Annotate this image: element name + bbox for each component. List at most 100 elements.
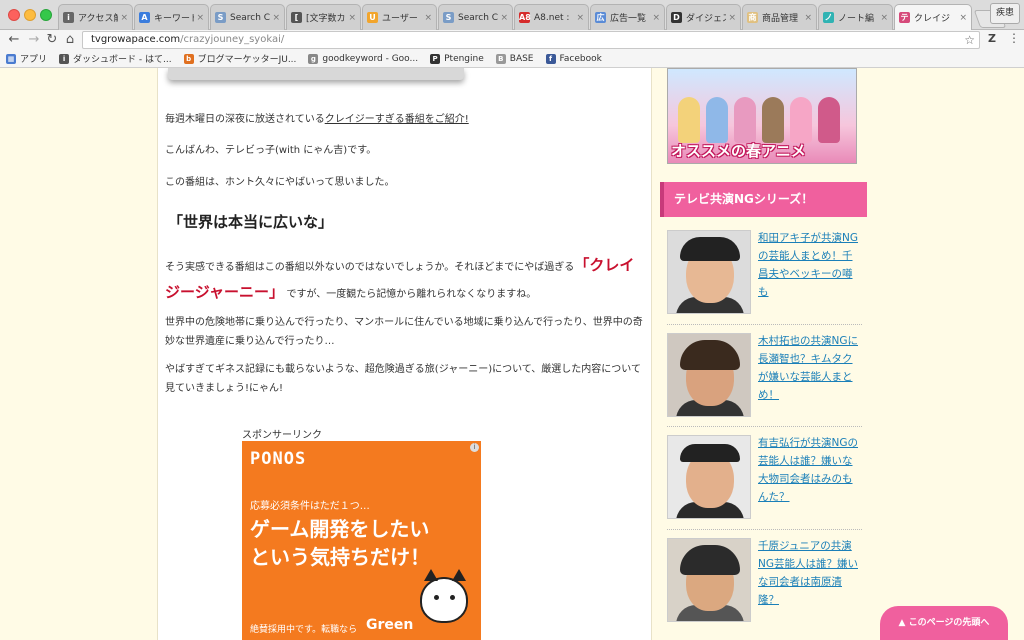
window-maximize-button[interactable]	[40, 9, 52, 21]
tab-close-icon[interactable]: ×	[196, 13, 204, 23]
extension-z-icon[interactable]: Z	[988, 32, 996, 45]
browser-tab[interactable]: 広広告一覧 ×	[590, 4, 665, 30]
tab-label: [文字数カ	[306, 14, 346, 24]
bookmark-label: goodkeyword - Goo...	[322, 53, 419, 64]
tab-favicon-icon: A	[139, 12, 150, 23]
spring-anime-banner[interactable]: オススメの春アニメ	[667, 68, 857, 164]
browser-tab[interactable]: S Search C ×	[438, 4, 513, 30]
bookmark-favicon-icon: P	[430, 53, 441, 64]
tab-favicon-icon: U	[367, 12, 378, 23]
anime-figure-icon	[818, 97, 840, 143]
paragraph-places: 世界中の危険地帯に乗り込んで行ったり、マンホールに住んでいる地域に乗り込んで行っ…	[165, 317, 643, 347]
anime-figure-icon	[734, 97, 756, 143]
ad-headline: ゲーム開発をしたい という気持ちだけ！	[250, 515, 430, 571]
sidebar-article[interactable]: 千原ジュニアの共演NG芸能人は誰？嫌いな司会者は南原清隆？	[665, 538, 865, 628]
anime-figure-icon	[762, 97, 784, 143]
tab-label: ユーザー	[382, 14, 418, 24]
bookmark-label: ブログマーケッターJU...	[197, 55, 297, 65]
article-thumbnail[interactable]	[667, 538, 751, 622]
divider	[667, 426, 862, 427]
sidebar-section-title: テレビ共演NGシリーズ！	[660, 182, 867, 217]
profile-button[interactable]: 疾患	[990, 3, 1020, 24]
address-bar[interactable]: tvgrowapace.com/crazyjouney_syokai/ ☆	[82, 31, 980, 49]
ad-info-icon[interactable]: i	[470, 443, 479, 452]
bookmark-favicon-icon: ▦	[6, 53, 16, 64]
menu-icon[interactable]: ⋮	[1008, 31, 1020, 45]
sidebar-article[interactable]: 有吉弘行が共演NGの芸能人は誰？嫌いな大物司会者はみのもんた？	[665, 435, 865, 525]
bookmark-item[interactable]: ▦ アプリ	[6, 52, 47, 65]
tab-close-icon[interactable]: ×	[652, 13, 660, 23]
article-thumbnail[interactable]	[667, 333, 751, 417]
tab-label: Search C	[230, 12, 271, 23]
browser-tab[interactable]: i アクセス解 ×	[58, 4, 133, 30]
ad-brand: PONOS	[250, 449, 307, 469]
browser-tab[interactable]: テクレイジ ×	[894, 4, 972, 30]
browser-tab[interactable]: A8 A8.net : ×	[514, 4, 589, 30]
tab-favicon-icon: A8	[519, 12, 531, 23]
article-link[interactable]: 千原ジュニアの共演NG芸能人は誰？嫌いな司会者は南原清隆？	[758, 537, 860, 609]
browser-tab[interactable]: S Search C ×	[210, 4, 285, 30]
sidebar-article[interactable]: 木村拓也の共演NGに長瀬智也？キムタクが嫌いな芸能人まとめ！	[665, 333, 865, 423]
article-thumbnail[interactable]	[667, 435, 751, 519]
tab-label: A8.net :	[534, 12, 570, 23]
bookmark-item[interactable]: i ダッシュボード - はて...	[59, 52, 172, 65]
tab-close-icon[interactable]: ×	[424, 13, 432, 23]
browser-tab[interactable]: D ダイジェス×	[666, 4, 741, 30]
paragraph-feeling: この番組は、ホント久々にやばいって思いました。	[165, 177, 395, 188]
anime-figure-icon	[790, 97, 812, 143]
banner-caption: オススメの春アニメ	[671, 142, 806, 160]
tab-close-icon[interactable]: ×	[576, 13, 584, 23]
bookmark-item[interactable]: P Ptengine	[430, 53, 484, 64]
home-button[interactable]: ⌂	[62, 32, 78, 48]
tab-close-icon[interactable]: ×	[804, 13, 812, 23]
bookmark-favicon-icon: b	[183, 53, 194, 64]
tab-favicon-icon: 広	[595, 12, 606, 23]
tab-close-icon[interactable]: ×	[500, 13, 508, 23]
bookmark-item[interactable]: f Facebook	[545, 53, 602, 64]
tab-close-icon[interactable]: ×	[880, 13, 888, 23]
paragraph-journey: やばすぎてギネス記録にも載らないような、超危険過ぎる旅(ジャーニー)について、厳…	[165, 364, 642, 394]
intro-link[interactable]: クレイジーすぎる番組をご紹介!	[325, 114, 469, 125]
tab-close-icon[interactable]: ×	[272, 13, 280, 23]
browser-tab[interactable]: 商商品管理 ×	[742, 4, 817, 30]
article-thumbnail[interactable]	[667, 230, 751, 314]
tab-label: アクセス解	[78, 14, 119, 24]
back-to-top-button[interactable]: ▲ このページの先頭へ	[880, 606, 1008, 640]
bookmark-item[interactable]: B BASE	[495, 53, 534, 64]
bookmark-item[interactable]: b ブログマーケッターJU...	[183, 52, 297, 65]
bookmark-favicon-icon: f	[545, 53, 556, 64]
bookmark-label: Facebook	[559, 53, 602, 64]
tab-label: ノート編	[838, 14, 875, 24]
article-link[interactable]: 木村拓也の共演NGに長瀬智也？キムタクが嫌いな芸能人まとめ！	[758, 332, 860, 404]
tab-label: 広告一覧	[610, 14, 647, 24]
tab-close-icon[interactable]: ×	[959, 13, 967, 23]
tab-strip: iアクセス解×Aキーワード×SSearch C×[[文字数カ×Uユーザー×SSe…	[0, 0, 1024, 30]
sidebar-article[interactable]: 和田アキ子が共演NGの芸能人まとめ！千昌夫やベッキーの噂も	[665, 230, 865, 320]
tab-favicon-icon: D	[671, 12, 682, 23]
tab-close-icon[interactable]: ×	[120, 13, 128, 23]
forward-button[interactable]: →	[26, 32, 42, 48]
bookmark-star-icon[interactable]: ☆	[964, 32, 975, 48]
back-button[interactable]: ←	[6, 32, 22, 48]
article-link[interactable]: 和田アキ子が共演NGの芸能人まとめ！千昌夫やベッキーの噂も	[758, 229, 860, 301]
window-close-button[interactable]	[8, 9, 20, 21]
browser-tab[interactable]: ノノート編 ×	[818, 4, 893, 30]
paragraph-greeting: こんばんわ、テレビっ子(with にゃん吉)です。	[165, 145, 377, 156]
advertisement-banner[interactable]: i PONOS 応募必須条件はただ１つ… ゲーム開発をしたい という気持ちだけ！…	[242, 441, 481, 640]
tab-favicon-icon: i	[63, 12, 74, 23]
article-link[interactable]: 有吉弘行が共演NGの芸能人は誰？嫌いな大物司会者はみのもんた？	[758, 434, 860, 506]
bookmark-item[interactable]: g goodkeyword - Goo...	[308, 53, 419, 64]
tab-close-icon[interactable]: ×	[728, 13, 736, 23]
paragraph-intro: 毎週木曜日の深夜に放送されているクレイジーすぎる番組をご紹介!	[165, 110, 645, 129]
reload-button[interactable]: ↻	[44, 32, 60, 48]
show-text-a: そう実感できる番組はこの番組以外ないのではないでしょうか。それほどまでにやば過ぎ…	[165, 262, 575, 273]
ad-headline-line2: という気持ちだけ！	[250, 545, 430, 569]
window-minimize-button[interactable]	[24, 9, 36, 21]
browser-tab[interactable]: [[文字数カ ×	[286, 4, 361, 30]
tab-favicon-icon: テ	[899, 12, 910, 23]
anime-figure-icon	[706, 97, 728, 143]
toolbar: ← → ↻ ⌂ tvgrowapace.com/crazyjouney_syok…	[0, 30, 1024, 50]
browser-tab[interactable]: U ユーザー ×	[362, 4, 437, 30]
browser-tab[interactable]: A キーワード×	[134, 4, 209, 30]
tab-close-icon[interactable]: ×	[348, 13, 356, 23]
